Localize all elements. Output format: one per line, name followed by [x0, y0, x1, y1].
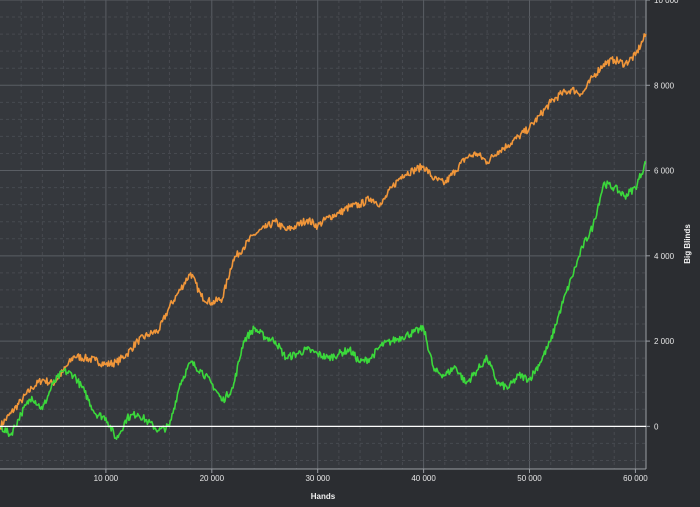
x-tick-label: 60 000 — [623, 474, 648, 483]
chart-svg: 10 000 20 000 30 000 40 000 50 000 60 000 0 2 0… — [0, 0, 692, 501]
y-tick-label: 2 000 — [654, 337, 675, 346]
bankroll-chart: 10 000 20 000 30 000 40 000 50 000 60 000 0 2 0… — [0, 0, 700, 507]
x-tick-label: 20 000 — [200, 474, 225, 483]
x-tick-label: 50 000 — [517, 474, 542, 483]
x-axis-title: Hands — [311, 492, 336, 501]
y-tick-label: 6 000 — [654, 167, 675, 176]
x-tick-label: 30 000 — [305, 474, 330, 483]
y-tick-label: 4 000 — [654, 252, 675, 261]
x-tick-label: 10 000 — [94, 474, 119, 483]
plot-background — [0, 0, 646, 469]
y-axis-title: Big Blinds — [683, 224, 692, 264]
y-tick-label: 10 000 — [654, 0, 679, 5]
y-tick-label: 8 000 — [654, 81, 675, 90]
y-tick-label: 0 — [654, 422, 659, 431]
x-tick-label: 40 000 — [411, 474, 436, 483]
